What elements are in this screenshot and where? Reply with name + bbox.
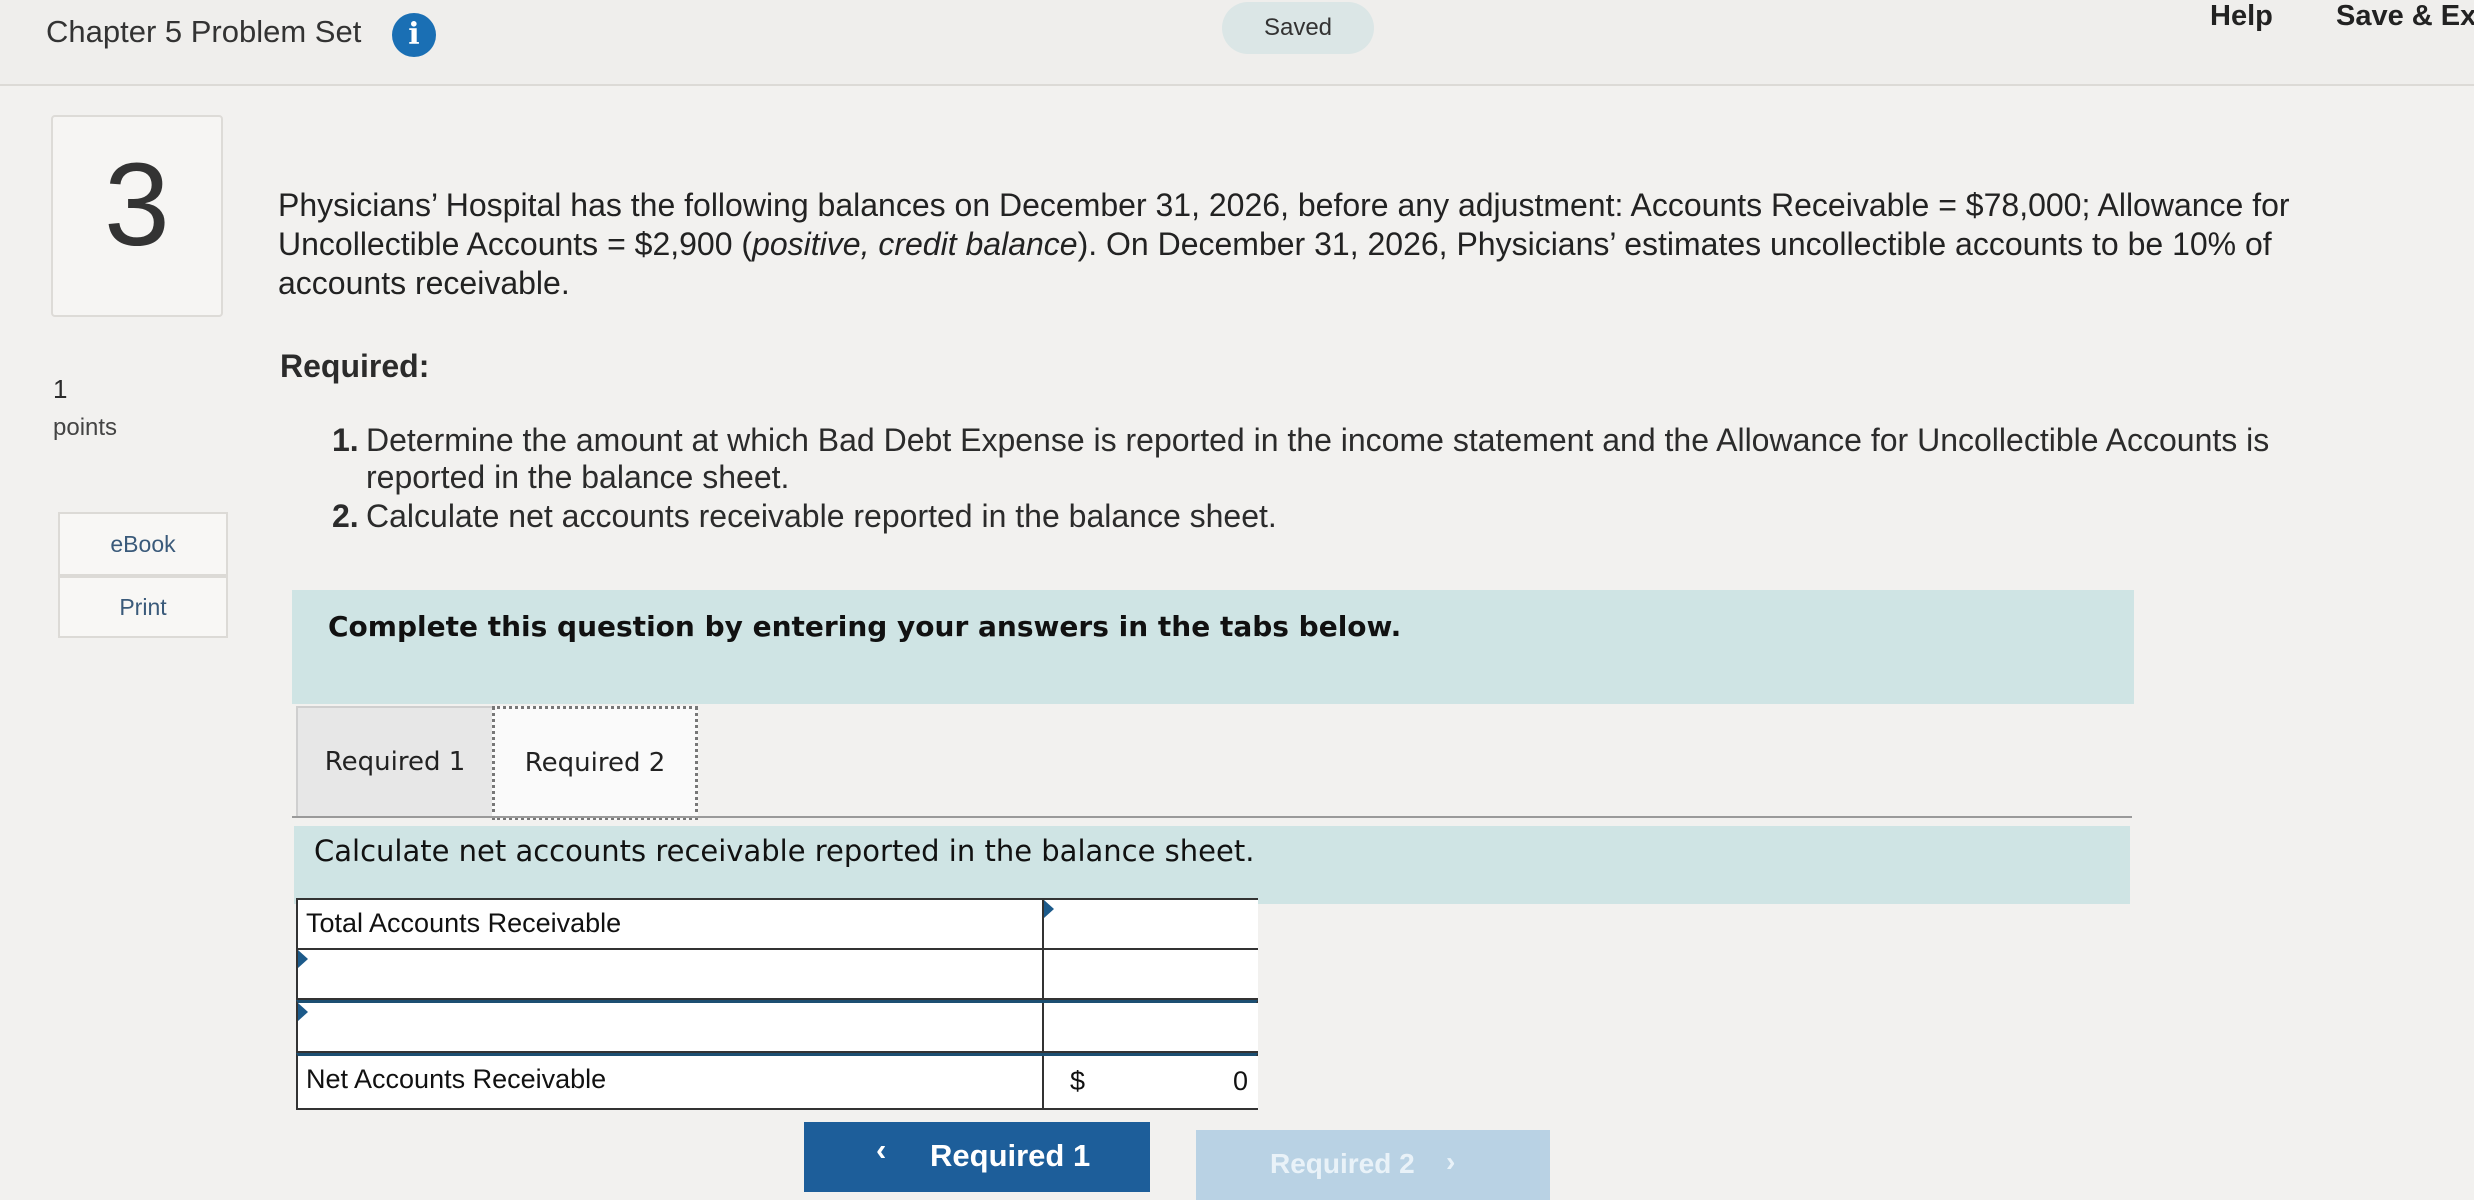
prev-button-label: Required 1 xyxy=(930,1138,1091,1173)
chevron-right-icon: › xyxy=(1446,1146,1456,1177)
help-button[interactable]: Help xyxy=(2210,0,2273,33)
total-amount-cell: $ 0 xyxy=(1042,1056,1258,1108)
saved-status-badge: Saved xyxy=(1222,2,1374,54)
tab-divider xyxy=(292,816,2132,818)
instruction-banner: Complete this question by entering your … xyxy=(292,590,2134,704)
chevron-left-icon: ‹ xyxy=(876,1132,887,1167)
info-icon[interactable]: i xyxy=(392,13,436,57)
panel-prompt: Calculate net accounts receivable report… xyxy=(314,834,1255,868)
next-required-button[interactable]: Required 2 › xyxy=(1196,1130,1550,1200)
requirement-item: 1. Determine the amount at which Bad Deb… xyxy=(332,422,2312,496)
stem-italic: positive, credit balance xyxy=(752,226,1078,262)
question-number-box: 3 xyxy=(51,115,223,317)
save-exit-button[interactable]: Save & Exit xyxy=(2336,0,2474,33)
requirement-text: Determine the amount at which Bad Debt E… xyxy=(366,422,2270,495)
print-button[interactable]: Print xyxy=(58,576,228,638)
tab-required-2[interactable]: Required 2 xyxy=(492,706,698,820)
points-label: points xyxy=(53,414,118,441)
row-label: Net Accounts Receivable xyxy=(306,1064,607,1094)
requirement-number: 2. xyxy=(332,498,359,534)
answer-row: Total Accounts Receivable xyxy=(296,898,1258,950)
top-bar: Chapter 5 Problem Set i Saved Help Save … xyxy=(0,0,2474,86)
answer-row-total: Net Accounts Receivable $ 0 xyxy=(296,1053,1258,1110)
amount-input[interactable] xyxy=(1042,1003,1258,1051)
answer-row[interactable] xyxy=(296,1000,1258,1053)
tab-required-1[interactable]: Required 1 xyxy=(296,706,494,816)
next-button-label: Required 2 xyxy=(1270,1148,1415,1179)
required-heading: Required: xyxy=(280,348,430,384)
row-label: Total Accounts Receivable xyxy=(306,908,622,938)
question-number: 3 xyxy=(104,139,170,271)
answer-grid: Total Accounts Receivable Net Accounts R… xyxy=(296,898,1258,1110)
requirements-list: 1. Determine the amount at which Bad Deb… xyxy=(332,422,2312,537)
requirement-item: 2. Calculate net accounts receivable rep… xyxy=(332,498,2312,535)
question-stem: Physicians’ Hospital has the following b… xyxy=(278,187,2290,301)
dollar-sign: $ xyxy=(1070,1066,1086,1096)
amount-input[interactable] xyxy=(1042,950,1258,998)
input-marker-icon xyxy=(1044,900,1054,918)
input-marker-icon xyxy=(298,1003,308,1021)
instruction-text: Complete this question by entering your … xyxy=(328,610,1402,643)
assignment-title: Chapter 5 Problem Set xyxy=(46,14,362,49)
input-marker-icon xyxy=(298,950,308,968)
ebook-button[interactable]: eBook xyxy=(58,512,228,576)
panel-prompt-bar: Calculate net accounts receivable report… xyxy=(294,826,2130,904)
prev-required-button[interactable]: ‹ Required 1 xyxy=(804,1122,1150,1192)
requirement-number: 1. xyxy=(332,422,359,458)
answer-row[interactable] xyxy=(296,950,1258,1000)
requirement-text: Calculate net accounts receivable report… xyxy=(366,498,1277,534)
total-value: 0 xyxy=(1232,1066,1248,1096)
points-value: 1 xyxy=(53,374,68,404)
amount-input[interactable] xyxy=(1042,900,1258,948)
